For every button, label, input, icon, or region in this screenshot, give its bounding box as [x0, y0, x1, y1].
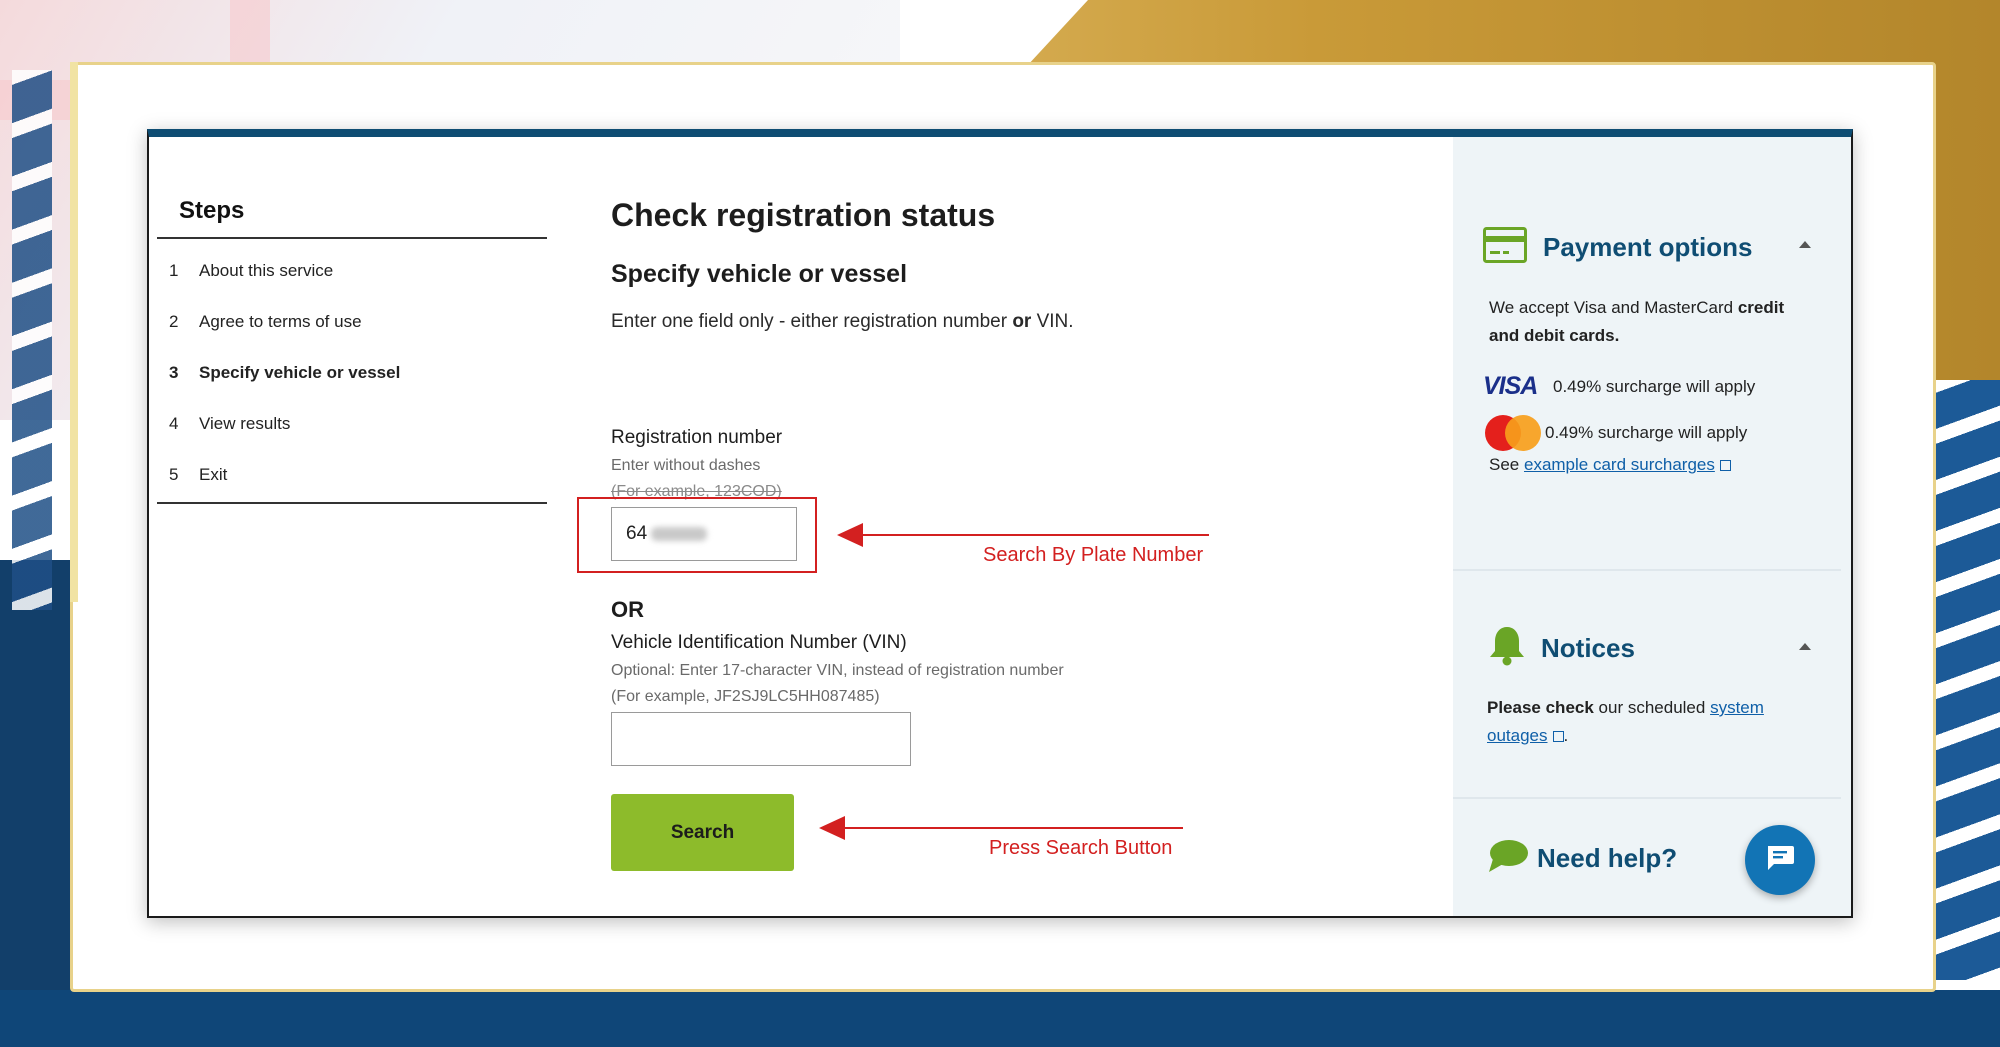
step-number: 4	[169, 413, 179, 433]
example-surcharges-link[interactable]: example card surcharges	[1524, 455, 1715, 474]
see-prefix: See	[1489, 455, 1524, 474]
annotation-plate-text: Search By Plate Number	[983, 544, 1204, 566]
annotation-arrow-line-search	[825, 827, 1183, 829]
or-separator: OR	[611, 597, 644, 622]
step-label: Exit	[199, 464, 228, 484]
main-content: Check registration status Specify vehicl…	[577, 197, 1511, 871]
step-item-4[interactable]: 4 View results	[157, 398, 547, 449]
speech-bubble-icon	[1487, 837, 1529, 880]
visa-surcharge-text: 0.49% surcharge will apply	[1553, 376, 1756, 396]
payment-options-header[interactable]: Payment options	[1483, 227, 1841, 268]
search-button[interactable]: Search	[611, 794, 794, 871]
bell-icon	[1487, 625, 1527, 672]
system-outages-link-part1[interactable]: system	[1710, 698, 1764, 717]
section-subtitle: Specify vehicle or vessel	[611, 260, 908, 288]
notices-suffix: .	[1563, 726, 1569, 745]
notices-section: Notices Please check our scheduled syste…	[1453, 625, 1841, 750]
step-label: Specify vehicle or vessel	[199, 362, 401, 382]
step-label: View results	[199, 413, 291, 433]
frame-edge-accent	[70, 62, 78, 602]
mastercard-row: 0.49% surcharge will apply	[1483, 415, 1841, 451]
step-item-2[interactable]: 2 Agree to terms of use	[157, 296, 547, 347]
step-label: Agree to terms of use	[199, 311, 362, 331]
navy-band-left	[0, 560, 80, 1047]
step-item-1[interactable]: 1 About this service	[157, 245, 547, 296]
steps-sidebar: Steps 1 About this service 2 Agree to te…	[157, 197, 547, 504]
annotation-search-text: Press Search Button	[989, 837, 1173, 859]
visa-row: VISA 0.49% surcharge will apply	[1483, 372, 1841, 401]
navy-band-bottom	[0, 990, 2000, 1047]
intro-prefix: Enter one field only - either registrati…	[611, 311, 1013, 332]
step-number: 5	[169, 464, 179, 484]
intro-bold: or	[1012, 311, 1032, 332]
external-link-icon	[1552, 731, 1564, 742]
vin-input[interactable]	[611, 712, 911, 766]
credit-card-icon	[1483, 227, 1527, 268]
step-item-3-active[interactable]: 3 Specify vehicle or vessel	[157, 347, 547, 398]
collapse-notices-icon[interactable]	[1799, 643, 1811, 650]
step-label: About this service	[199, 260, 334, 280]
visa-logo: VISA	[1483, 372, 1538, 400]
registration-label: Registration number	[611, 427, 783, 448]
payment-accept-text: We accept Visa and MasterCard credit and…	[1483, 294, 1803, 350]
step-number: 3	[169, 362, 179, 382]
notices-header[interactable]: Notices	[1487, 625, 1841, 672]
info-sidebar: Payment options We accept Visa and Maste…	[1453, 137, 1851, 916]
aside-divider-2	[1453, 797, 1841, 799]
steps-divider	[157, 502, 547, 504]
payment-options-title: Payment options	[1543, 232, 1753, 262]
mastercard-surcharge-text: 0.49% surcharge will apply	[1545, 423, 1748, 442]
need-help-title: Need help?	[1537, 843, 1678, 873]
registration-hint: Enter without dashes	[611, 457, 761, 474]
step-item-5[interactable]: 5 Exit	[157, 449, 547, 500]
payment-accept-prefix: We accept Visa and MasterCard	[1489, 298, 1738, 317]
payment-options-section: Payment options We accept Visa and Maste…	[1453, 227, 1841, 479]
annotation-arrow-head-search	[819, 816, 845, 840]
annotation-arrow-head-plate	[837, 523, 863, 547]
vin-label: Vehicle Identification Number (VIN)	[611, 632, 907, 653]
step-number: 1	[169, 260, 179, 280]
notices-title: Notices	[1541, 633, 1635, 663]
notices-text: Please check our scheduled system outage…	[1487, 694, 1787, 750]
notices-body: our scheduled	[1593, 698, 1711, 717]
intro-text: Enter one field only - either registrati…	[611, 311, 1511, 333]
stripe-decoration-right	[1930, 380, 2000, 980]
vin-example: (For example, JF2SJ9LC5HH087485)	[611, 688, 880, 705]
app-window: Steps 1 About this service 2 Agree to te…	[147, 129, 1853, 918]
vin-hint: Optional: Enter 17-character VIN, instea…	[611, 662, 1064, 679]
chat-icon	[1765, 844, 1795, 877]
stripe-decoration-left	[12, 70, 52, 610]
page-title: Check registration status	[611, 197, 996, 233]
external-link-icon	[1719, 460, 1731, 471]
step-number: 2	[169, 311, 179, 331]
plate-highlight-box	[577, 497, 817, 573]
mastercard-logo	[1483, 415, 1545, 451]
notices-bold: Please check	[1487, 698, 1594, 717]
annotation-arrow-line-plate	[843, 534, 1209, 536]
see-surcharges-text: See example card surcharges	[1483, 451, 1841, 479]
aside-divider-1	[1453, 569, 1841, 571]
intro-suffix: VIN.	[1031, 311, 1074, 332]
system-outages-link-part2[interactable]: outages	[1487, 726, 1548, 745]
chat-button[interactable]	[1745, 825, 1815, 895]
steps-title: Steps	[157, 197, 547, 239]
collapse-payment-icon[interactable]	[1799, 241, 1811, 248]
